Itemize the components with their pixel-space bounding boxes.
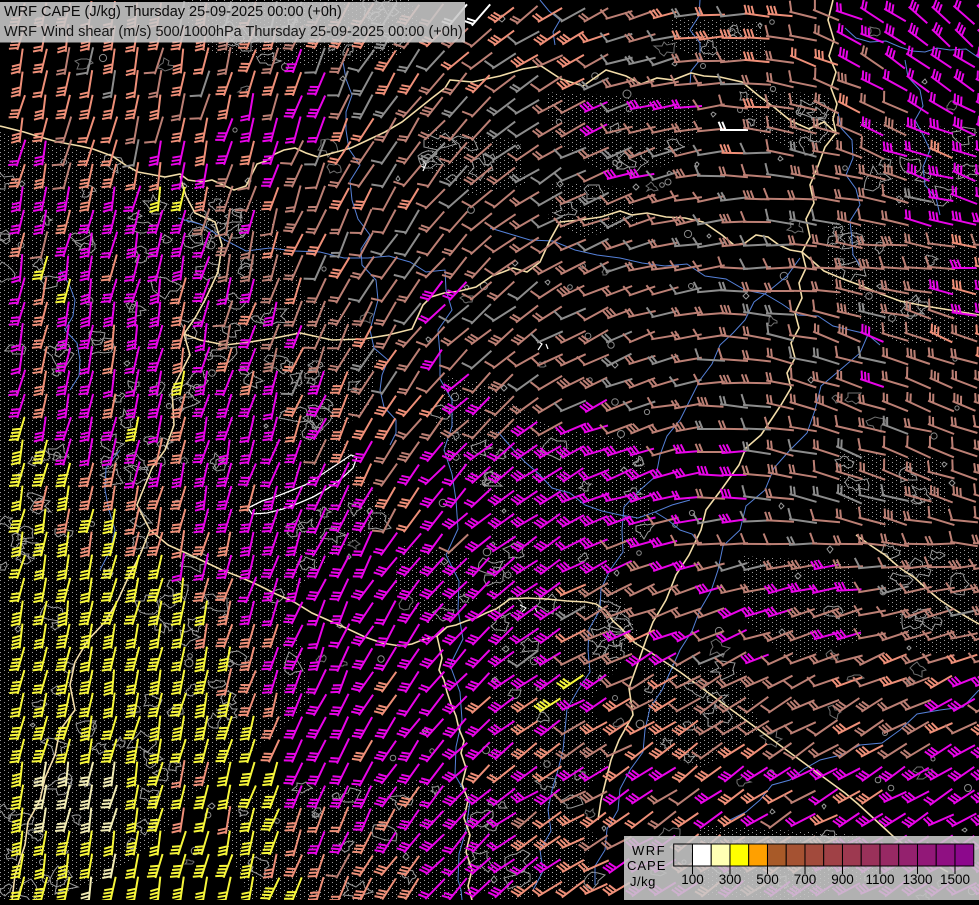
svg-text:CAPE: CAPE: [627, 858, 666, 873]
svg-text:500: 500: [756, 872, 779, 887]
svg-text:WRF Wind shear (m/s) 500/1000h: WRF Wind shear (m/s) 500/1000hPa Thursda…: [4, 24, 463, 40]
svg-text:300: 300: [719, 872, 742, 887]
svg-text:700: 700: [794, 872, 817, 887]
svg-text:1300: 1300: [902, 872, 932, 887]
svg-text:WRF: WRF: [632, 843, 666, 858]
svg-text:900: 900: [831, 872, 854, 887]
svg-text:WRF CAPE (J/kg) Thursday 25-09: WRF CAPE (J/kg) Thursday 25-09-2025 00:0…: [4, 4, 342, 20]
svg-text:J/kg: J/kg: [630, 874, 656, 889]
svg-text:1500: 1500: [940, 872, 970, 887]
svg-text:100: 100: [681, 872, 704, 887]
svg-text:1100: 1100: [865, 872, 894, 887]
